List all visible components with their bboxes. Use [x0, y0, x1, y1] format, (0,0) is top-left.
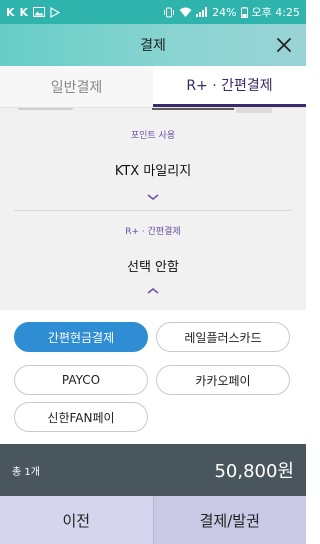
chevron-down-icon[interactable]	[146, 192, 160, 202]
signal-icon	[196, 7, 208, 17]
easy-payment-methods: 간편현금결제 레일플러스카드 PAYCO 카카오페이 신한FAN페이	[0, 310, 306, 444]
method-shinhan-fanpay[interactable]: 신한FAN페이	[14, 402, 148, 432]
notification-k-icon: K	[19, 5, 29, 19]
tab-rplus-easy-payment[interactable]: R+ · 간편결제	[153, 66, 306, 107]
page-title: 결제	[140, 38, 166, 54]
point-use-label: 포인트 사용	[130, 131, 176, 141]
prev-button[interactable]: 이전	[0, 496, 153, 544]
payment-tabs: 일반결제 R+ · 간편결제	[0, 66, 306, 108]
divider	[14, 210, 292, 211]
total-bar: 총 1개 50,800원	[0, 444, 306, 496]
peek-underline	[152, 108, 234, 110]
point-use-value[interactable]: KTX 마일리지	[0, 160, 306, 179]
chevron-up-icon[interactable]	[146, 286, 160, 296]
vibrate-icon	[164, 7, 175, 17]
status-bar: K K 24% 오후 4:25	[0, 0, 306, 24]
method-kakaopay[interactable]: 카카오페이	[156, 365, 290, 395]
battery-percent: 24%	[212, 5, 237, 19]
dialog-header: 결제	[0, 24, 306, 66]
rplus-value[interactable]: 선택 안함	[0, 256, 306, 275]
image-icon	[33, 7, 46, 17]
rplus-label: R+ · 간편결제	[125, 227, 181, 237]
status-right: 24% 오후 4:25	[163, 4, 300, 20]
peek-button	[236, 108, 272, 113]
method-payco[interactable]: PAYCO	[14, 365, 148, 395]
close-button[interactable]	[272, 33, 296, 57]
play-store-icon	[50, 6, 61, 18]
method-easy-cash[interactable]: 간편현금결제	[14, 322, 148, 352]
bottom-actions: 이전 결제/발권	[0, 496, 306, 544]
status-left: K K	[6, 5, 61, 19]
payment-options-panel[interactable]: 포인트 사용 KTX 마일리지 R+ · 간편결제 선택 안함	[0, 108, 306, 310]
clock: 오후 4:25	[251, 6, 300, 19]
close-icon	[277, 38, 291, 52]
pay-issue-button[interactable]: 결제/발권	[152, 496, 306, 544]
tab-general-payment[interactable]: 일반결제	[0, 66, 153, 107]
method-railplus-card[interactable]: 레일플러스카드	[156, 322, 290, 352]
peek-text	[18, 108, 73, 110]
wifi-icon	[179, 7, 192, 17]
battery-icon	[240, 6, 248, 18]
total-count: 총 1개	[12, 466, 40, 478]
total-amount: 50,800원	[214, 461, 294, 482]
scrolled-row-peek	[0, 108, 306, 114]
notification-k-icon: K	[6, 5, 15, 19]
